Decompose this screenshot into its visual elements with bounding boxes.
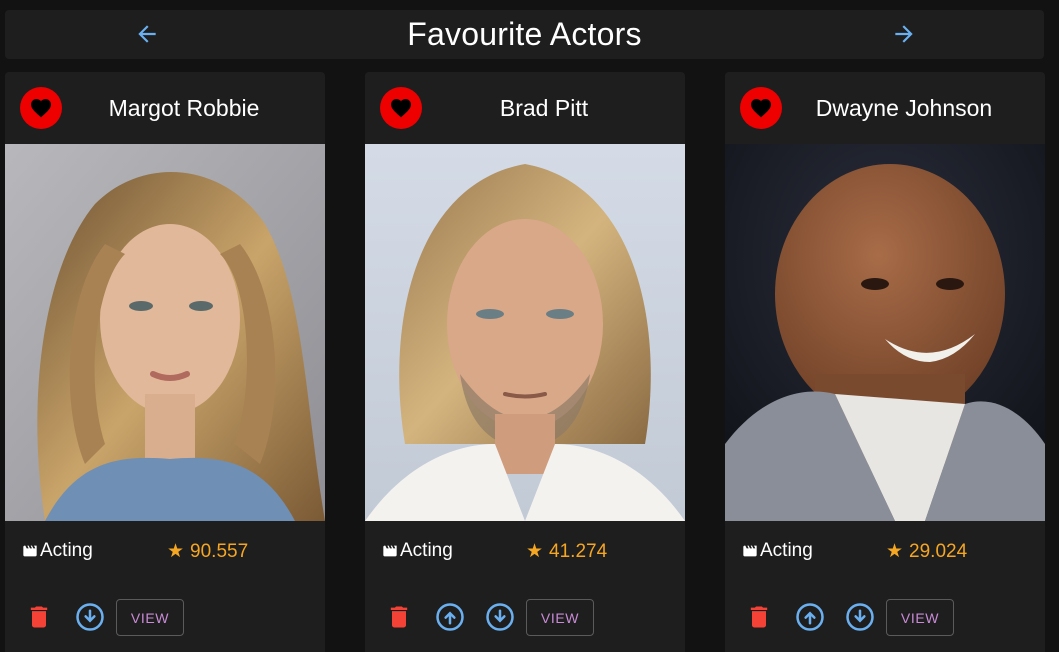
view-button[interactable]: VIEW — [886, 599, 954, 636]
popularity-rating: ★ 90.557 — [167, 540, 248, 563]
popularity-value: 41.274 — [549, 540, 608, 562]
star-icon: ★ — [886, 541, 904, 562]
page-title: Favourite Actors — [407, 16, 642, 52]
favorite-button[interactable] — [20, 87, 62, 129]
arrow-right-icon — [895, 25, 913, 43]
move-down-button[interactable] — [74, 601, 106, 633]
department-text: Acting — [760, 540, 813, 561]
actor-photo[interactable] — [5, 144, 325, 521]
actor-name: Dwayne Johnson — [815, 94, 993, 121]
delete-button[interactable] — [383, 601, 415, 633]
view-button[interactable]: VIEW — [526, 599, 594, 636]
actor-card: Brad Pitt Acting ★ 41.274 VIEW — [365, 72, 685, 652]
popularity-value: 29.024 — [909, 540, 968, 562]
move-down-button[interactable] — [844, 601, 876, 633]
delete-icon — [30, 606, 48, 628]
next-page-button[interactable] — [889, 19, 919, 49]
actor-card: Dwayne Johnson Acting ★ 29.024 VIEW — [725, 72, 1045, 652]
delete-button[interactable] — [743, 601, 775, 633]
heart-icon — [31, 99, 51, 118]
move-down-button[interactable] — [484, 601, 516, 633]
popularity-value: 90.557 — [190, 540, 249, 562]
previous-page-button[interactable] — [132, 19, 162, 49]
actor-photo[interactable] — [725, 144, 1045, 521]
page-header: Favourite Actors — [5, 10, 1044, 59]
favorite-button[interactable] — [380, 87, 422, 129]
department-label: Acting — [381, 540, 453, 562]
actor-name: Margot Robbie — [108, 94, 260, 121]
heart-icon — [391, 99, 411, 118]
actor-name: Brad Pitt — [499, 94, 589, 121]
clapperboard-icon — [743, 545, 757, 557]
move-down-icon — [76, 603, 104, 631]
popularity-rating: ★ 41.274 — [526, 540, 607, 563]
favorite-button[interactable] — [740, 87, 782, 129]
move-up-button[interactable] — [794, 601, 826, 633]
clapperboard-icon — [23, 545, 37, 557]
clapperboard-icon — [383, 545, 397, 557]
actor-photo[interactable] — [365, 144, 685, 521]
move-up-button[interactable] — [434, 601, 466, 633]
move-up-icon — [436, 603, 464, 631]
department-label: Acting — [21, 540, 93, 562]
delete-button[interactable] — [23, 601, 55, 633]
popularity-rating: ★ 29.024 — [886, 540, 967, 563]
arrow-left-icon — [138, 25, 156, 43]
star-icon: ★ — [526, 541, 544, 562]
move-down-icon — [846, 603, 874, 631]
department-text: Acting — [400, 540, 453, 561]
view-button[interactable]: VIEW — [116, 599, 184, 636]
delete-icon — [390, 606, 408, 628]
department-text: Acting — [40, 540, 93, 561]
move-down-icon — [486, 603, 514, 631]
delete-icon — [750, 606, 768, 628]
star-icon: ★ — [167, 541, 185, 562]
move-up-icon — [796, 603, 824, 631]
department-label: Acting — [741, 540, 813, 562]
heart-icon — [751, 99, 771, 118]
actor-card: Margot Robbie Acting ★ 90.557 VIEW — [5, 72, 325, 652]
